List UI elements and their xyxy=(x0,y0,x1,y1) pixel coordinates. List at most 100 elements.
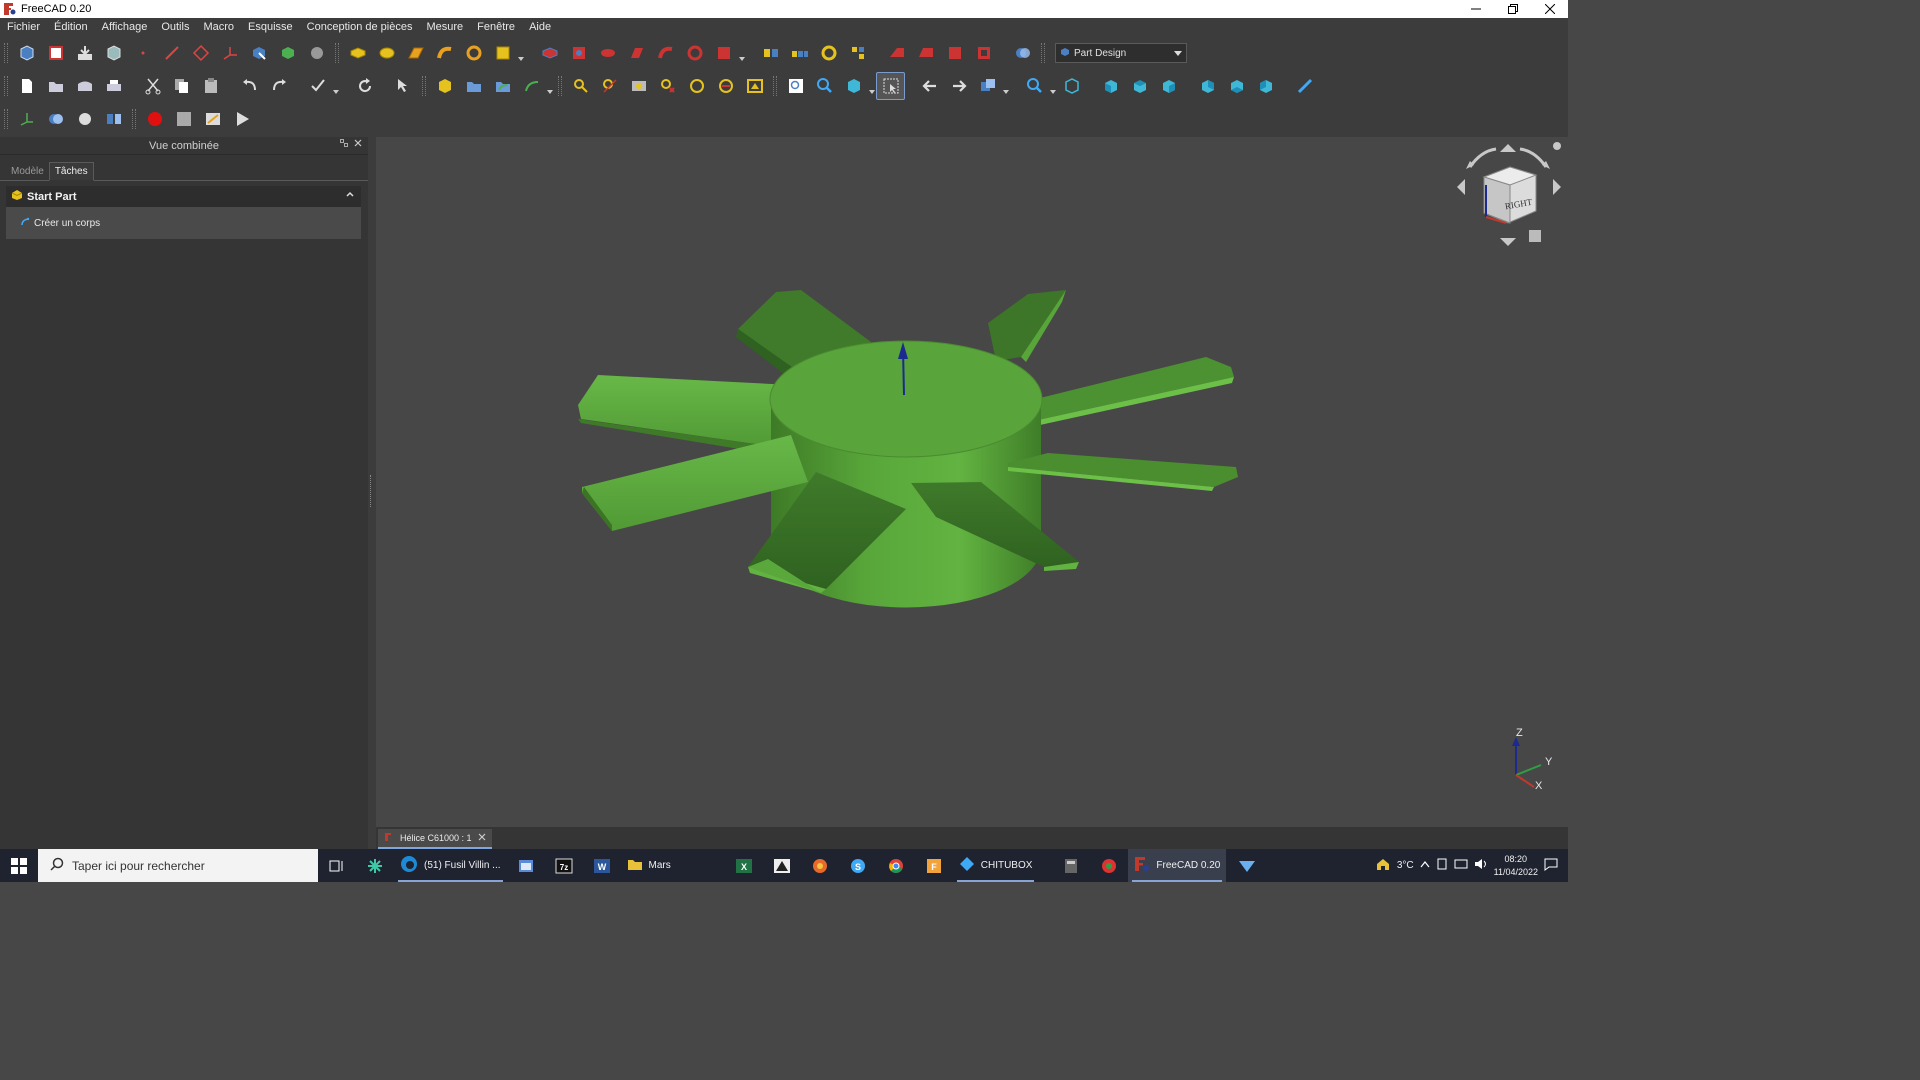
calculator-icon[interactable] xyxy=(1052,849,1090,882)
right-view-icon[interactable] xyxy=(1154,72,1183,100)
menu-macro[interactable]: Macro xyxy=(196,18,241,37)
task-panel-header[interactable]: Start Part xyxy=(6,186,361,207)
task-view-icon[interactable] xyxy=(318,849,356,882)
part-icon[interactable] xyxy=(430,72,459,100)
clone-body-icon[interactable] xyxy=(302,39,331,67)
measure-angular-icon[interactable] xyxy=(595,72,624,100)
additive-primitive-icon[interactable] xyxy=(488,39,517,67)
network-icon[interactable] xyxy=(1454,858,1468,873)
subtractive-pipe-icon[interactable] xyxy=(651,39,680,67)
navigation-cube[interactable]: RIGHT xyxy=(1457,142,1561,246)
front-view-icon[interactable] xyxy=(1096,72,1125,100)
bottom-view-icon[interactable] xyxy=(1222,72,1251,100)
menu-fenetre[interactable]: Fenêtre xyxy=(470,18,522,37)
local-cs-icon[interactable] xyxy=(215,39,244,67)
create-body-link[interactable]: Créer un corps xyxy=(34,218,100,229)
battery-icon[interactable] xyxy=(1436,858,1448,873)
measure-clear-icon[interactable] xyxy=(653,72,682,100)
sketch-line-icon[interactable] xyxy=(157,39,186,67)
multi-transform-icon[interactable] xyxy=(843,39,872,67)
additive-loft-icon[interactable] xyxy=(401,39,430,67)
sync-view-dropdown[interactable] xyxy=(1002,72,1010,100)
tab-taches[interactable]: Tâches xyxy=(48,162,94,181)
slicer-icon[interactable] xyxy=(801,849,839,882)
3d-viewport-canvas[interactable]: RIGHT Z Y X xyxy=(376,137,1568,827)
measure-linear-icon[interactable] xyxy=(566,72,595,100)
volume-icon[interactable] xyxy=(1474,858,1488,873)
groove-icon[interactable] xyxy=(593,39,622,67)
macro-play-icon[interactable] xyxy=(227,105,256,133)
measure-toggle-delta-icon[interactable] xyxy=(740,72,769,100)
open-document-icon[interactable] xyxy=(41,72,70,100)
nav-arrow-left-icon[interactable] xyxy=(1457,179,1465,195)
word-icon[interactable]: W xyxy=(583,849,621,882)
undo-icon[interactable] xyxy=(235,72,264,100)
menu-edition[interactable]: Édition xyxy=(47,18,95,37)
nav-rotate-right-icon[interactable] xyxy=(1519,147,1548,168)
measure-toggle-all-icon[interactable] xyxy=(682,72,711,100)
app-red-icon[interactable] xyxy=(1090,849,1128,882)
measure-distance-icon[interactable] xyxy=(1290,72,1319,100)
app-star-icon[interactable] xyxy=(356,849,394,882)
cut-icon[interactable] xyxy=(138,72,167,100)
link-icon[interactable] xyxy=(488,72,517,100)
close-icon[interactable] xyxy=(478,833,486,843)
menu-outils[interactable]: Outils xyxy=(154,18,196,37)
subtractive-primitive-icon[interactable] xyxy=(709,39,738,67)
chevron-up-icon[interactable] xyxy=(1420,860,1430,871)
link-actions-dropdown[interactable] xyxy=(546,72,554,100)
additive-pipe-icon[interactable] xyxy=(430,39,459,67)
thickness-icon[interactable] xyxy=(969,39,998,67)
helice-model[interactable] xyxy=(578,290,1238,608)
paste-icon[interactable] xyxy=(196,72,225,100)
nav-view-menu-icon[interactable] xyxy=(1529,230,1541,242)
menu-esquisse[interactable]: Esquisse xyxy=(241,18,300,37)
create-part-icon[interactable] xyxy=(41,39,70,67)
macro-check-icon[interactable] xyxy=(303,72,332,100)
chamfer-icon[interactable] xyxy=(911,39,940,67)
group-icon[interactable] xyxy=(459,72,488,100)
draft-icon[interactable] xyxy=(940,39,969,67)
document-tab[interactable]: Hélice C61000 : 1 xyxy=(378,829,492,849)
minimize-button[interactable] xyxy=(1457,0,1494,18)
windows-start-button[interactable] xyxy=(0,849,38,882)
print-icon[interactable] xyxy=(99,72,128,100)
shape-binder-icon[interactable] xyxy=(244,39,273,67)
fillet-icon[interactable] xyxy=(882,39,911,67)
app-blue-arrow-icon[interactable] xyxy=(1228,849,1266,882)
arrow-right-icon[interactable] xyxy=(944,72,973,100)
boolean-icon[interactable] xyxy=(1008,39,1037,67)
taskbar-search[interactable]: Taper ici pour rechercher xyxy=(38,849,318,882)
close-panel-icon[interactable] xyxy=(354,139,362,150)
subshape-binder-icon[interactable] xyxy=(273,39,302,67)
part-sphere-icon[interactable] xyxy=(70,105,99,133)
taskbar-app-freecad[interactable]: FreeCAD 0.20 xyxy=(1128,849,1227,882)
additive-primitive-dropdown[interactable] xyxy=(517,39,525,67)
chevron-up-icon[interactable] xyxy=(345,189,355,202)
axis-cross-icon[interactable] xyxy=(12,105,41,133)
part-union-icon[interactable] xyxy=(41,105,70,133)
link-actions-icon[interactable] xyxy=(517,72,546,100)
revolution-icon[interactable] xyxy=(372,39,401,67)
menu-mesure[interactable]: Mesure xyxy=(419,18,470,37)
nav-menu-dot[interactable] xyxy=(1553,142,1561,150)
taskbar-app-chitubox[interactable]: CHITUBOX xyxy=(953,849,1039,882)
close-button[interactable] xyxy=(1531,0,1568,18)
float-panel-icon[interactable] xyxy=(340,139,348,150)
restore-button[interactable] xyxy=(1494,0,1531,18)
nav-arrow-right-icon[interactable] xyxy=(1553,179,1561,195)
top-view-icon[interactable] xyxy=(1125,72,1154,100)
arrow-left-icon[interactable] xyxy=(915,72,944,100)
std-view-icon[interactable] xyxy=(1020,72,1049,100)
hole-icon[interactable] xyxy=(564,39,593,67)
save-icon[interactable] xyxy=(70,72,99,100)
mirrored-icon[interactable] xyxy=(756,39,785,67)
rear-view-icon[interactable] xyxy=(1193,72,1222,100)
app-window-icon[interactable] xyxy=(507,849,545,882)
clock[interactable]: 08:20 11/04/2022 xyxy=(1494,853,1538,879)
additive-helix-icon[interactable] xyxy=(459,39,488,67)
weather-temp[interactable]: 3°C xyxy=(1397,860,1414,871)
menu-fichier[interactable]: Fichier xyxy=(0,18,47,37)
sync-view-icon[interactable] xyxy=(973,72,1002,100)
create-body-icon[interactable] xyxy=(12,39,41,67)
